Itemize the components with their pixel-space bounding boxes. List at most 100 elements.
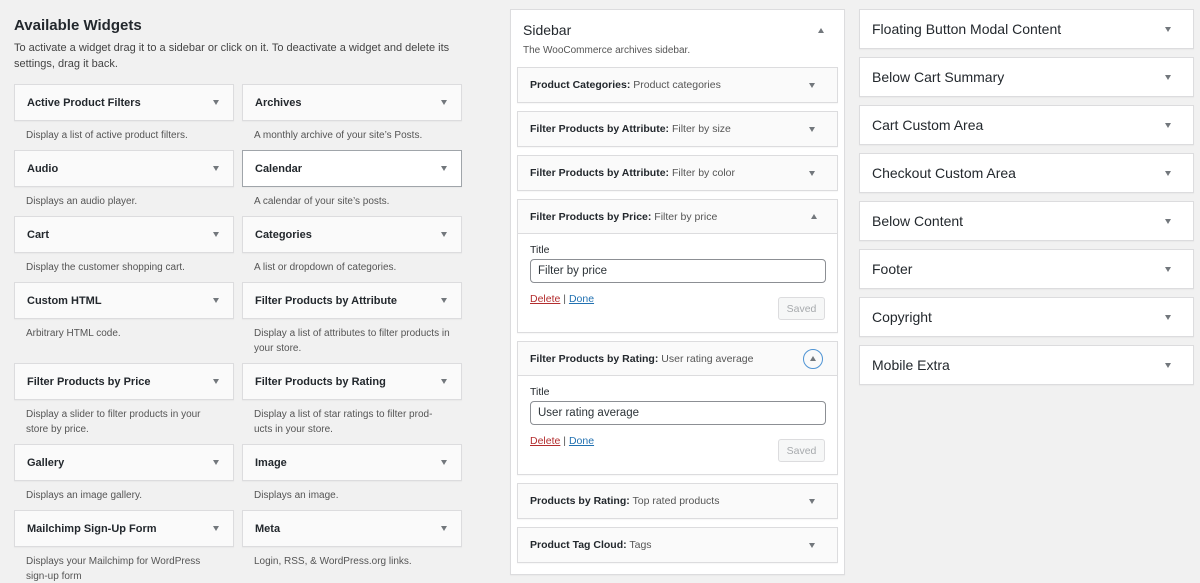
widget-handle[interactable]: Mailchimp Sign-Up Form [14,510,234,547]
chevron-down-icon[interactable] [1165,314,1171,320]
widget-instance-title: Tags [629,539,652,551]
widget-handle[interactable]: Archives [242,84,462,121]
widget-handle[interactable]: Active Product Filters [14,84,234,121]
chevron-down-icon[interactable] [441,526,447,531]
saved-button[interactable]: Saved [778,439,825,462]
chevron-down-icon[interactable] [441,460,447,465]
sidebar-header[interactable]: Sidebar [511,10,844,47]
chevron-down-icon[interactable] [1165,218,1171,224]
chevron-down-icon[interactable] [213,460,219,465]
widget-area-title: Copyright [872,309,932,325]
widget-title: Filter Products by Rating [255,375,386,388]
widget-description: Display a list of attributes to filter p… [254,328,450,354]
widget-handle[interactable]: Calendar [242,150,462,187]
widget-handle[interactable]: Gallery [14,444,234,481]
sidebar-widget-list: Product Categories: Product categories F… [511,56,844,563]
widget-handle[interactable]: Custom HTML [14,282,234,319]
widget-description: Displays your Mailchimp for WordPress si… [26,556,201,582]
chevron-down-icon[interactable] [809,126,815,132]
sidebar-widget-product-tag-cloud: Product Tag Cloud: Tags [517,527,838,563]
widget-title: Categories [255,228,312,241]
done-link[interactable]: Done [569,435,594,447]
widget-description: Display the customer shopping cart. [26,262,185,273]
widget-handle[interactable]: Filter Products by Price [14,363,234,400]
chevron-down-icon[interactable] [809,170,815,176]
chevron-down-icon[interactable] [1165,266,1171,272]
widget-handle[interactable]: Filter Products by Attribute [242,282,462,319]
chevron-down-icon[interactable] [809,82,815,88]
widget-title: Calendar [255,162,303,175]
widget-area-below-cart-summary[interactable]: Below Cart Summary [859,57,1194,97]
saved-button[interactable]: Saved [778,297,825,320]
widget-instance-title: Product categories [633,79,721,91]
chevron-down-icon[interactable] [213,526,219,531]
widget-handle[interactable]: Cart [14,216,234,253]
sidebar-widget-filter-by-price: Filter Products by Price: Filter by pric… [517,199,838,333]
done-link[interactable]: Done [569,293,594,305]
widget-handle[interactable]: Image [242,444,462,481]
widget-gallery: Gallery Displays an image gallery. [14,444,234,510]
chevron-down-icon[interactable] [441,232,447,237]
widget-handle[interactable]: Filter Products by Rating: User rating a… [518,342,837,376]
widget-handle[interactable]: Meta [242,510,462,547]
chevron-up-icon[interactable] [811,214,817,219]
chevron-down-icon[interactable] [213,379,219,384]
widget-area-copyright[interactable]: Copyright [859,297,1194,337]
widget-filter-products-by-attribute: Filter Products by Attribute Display a l… [242,282,462,363]
sidebar-widget-products-by-rating: Products by Rating: Top rated products [517,483,838,519]
widget-mailchimp-signup-form: Mailchimp Sign-Up Form Displays your Mai… [14,510,234,583]
widget-image: Image Displays an image. [242,444,462,510]
chevron-down-icon[interactable] [213,166,219,171]
widget-handle[interactable]: Audio [14,150,234,187]
chevron-down-icon[interactable] [1165,170,1171,176]
title-input[interactable] [530,401,826,425]
chevron-down-icon[interactable] [1165,74,1171,80]
chevron-down-icon[interactable] [441,379,447,384]
title-input[interactable] [530,259,826,283]
chevron-down-icon[interactable] [441,100,447,105]
widget-title: Mailchimp Sign-Up Form [27,522,157,535]
chevron-down-icon[interactable] [441,166,447,171]
widget-name: Product Tag Cloud: [530,539,627,551]
chevron-down-icon[interactable] [1165,122,1171,128]
widget-active-product-filters: Active Product Filters Display a list of… [14,84,234,150]
chevron-down-icon[interactable] [213,298,219,303]
widget-name: Filter Products by Attribute: [530,167,670,179]
widget-handle[interactable]: Product Categories: Product categories [518,68,837,102]
chevron-down-icon[interactable] [441,298,447,303]
chevron-down-icon[interactable] [213,100,219,105]
chevron-down-icon[interactable] [1165,362,1171,368]
chevron-down-icon[interactable] [809,542,815,548]
widget-area-footer[interactable]: Footer [859,249,1194,289]
widget-area-checkout-custom-area[interactable]: Checkout Custom Area [859,153,1194,193]
widget-handle[interactable]: Product Tag Cloud: Tags [518,528,837,562]
collapse-toggle-button[interactable] [803,348,823,369]
widget-description: Display a list of star ratings to filter… [254,409,433,435]
widget-handle[interactable]: Filter Products by Price: Filter by pric… [518,200,837,234]
chevron-down-icon[interactable] [1165,26,1171,32]
chevron-down-icon[interactable] [809,498,815,504]
widget-audio: Audio Displays an audio player. [14,150,234,216]
widget-meta: Meta Login, RSS, & WordPress.org links. [242,510,462,583]
sidebar-description: The WooCommerce archives sidebar. [523,45,691,56]
widget-handle[interactable]: Filter Products by Rating [242,363,462,400]
widget-area-mobile-extra[interactable]: Mobile Extra [859,345,1194,385]
separator: | [563,435,567,447]
widget-title: Audio [27,162,59,175]
widget-title: Gallery [27,456,65,469]
widget-area-title: Cart Custom Area [872,117,984,133]
delete-link[interactable]: Delete [530,293,560,305]
widget-area-floating-button-modal-content[interactable]: Floating Button Modal Content [859,9,1194,49]
chevron-up-icon[interactable] [818,27,824,33]
delete-link[interactable]: Delete [530,435,560,447]
chevron-down-icon[interactable] [213,232,219,237]
widget-handle[interactable]: Products by Rating: Top rated products [518,484,837,518]
widget-handle[interactable]: Filter Products by Attribute: Filter by … [518,156,837,190]
widget-handle[interactable]: Categories [242,216,462,253]
widget-area-title: Mobile Extra [872,357,950,373]
widget-handle[interactable]: Filter Products by Attribute: Filter by … [518,112,837,146]
widget-area-title: Checkout Custom Area [872,165,1016,181]
widget-area-cart-custom-area[interactable]: Cart Custom Area [859,105,1194,145]
sidebar-widget-filter-by-rating: Filter Products by Rating: User rating a… [517,341,838,475]
widget-area-below-content[interactable]: Below Content [859,201,1194,241]
